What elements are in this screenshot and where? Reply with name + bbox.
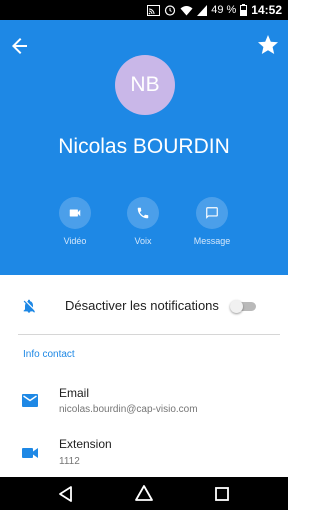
back-triangle-icon	[59, 486, 72, 502]
nav-back-button[interactable]	[56, 484, 76, 504]
phone-icon	[137, 207, 149, 219]
email-icon	[22, 394, 38, 412]
video-icon	[69, 209, 81, 217]
nav-recents-button[interactable]	[212, 484, 232, 504]
voice-button-circle[interactable]	[127, 197, 159, 229]
message-button-circle[interactable]	[196, 197, 228, 229]
video-button-circle[interactable]	[59, 197, 91, 229]
divider	[18, 334, 280, 335]
cast-icon	[147, 4, 161, 16]
alarm-icon	[164, 4, 176, 16]
mute-notifications-row[interactable]: Désactiver les notifications	[0, 290, 288, 322]
notifications-off-icon	[21, 297, 37, 320]
message-icon	[206, 207, 218, 219]
signal-icon	[197, 4, 208, 16]
contact-header: NB Nicolas BOURDIN Vidéo Voix Message	[0, 20, 288, 275]
arrow-back-icon	[12, 38, 27, 54]
mute-notifications-label: Désactiver les notifications	[65, 298, 219, 313]
system-nav-bar	[0, 477, 288, 510]
status-bar: 49 % 14:52	[0, 0, 288, 20]
battery-icon	[240, 4, 248, 16]
message-label: Message	[193, 236, 231, 246]
wifi-icon	[180, 5, 193, 16]
email-label: Email	[59, 386, 90, 400]
home-circle-icon	[135, 485, 153, 501]
video-label: Vidéo	[63, 236, 87, 246]
contact-name: Nicolas BOURDIN	[58, 135, 230, 158]
message-button[interactable]: Message	[180, 197, 244, 246]
email-value[interactable]: nicolas.bourdin@cap-visio.com	[59, 404, 198, 415]
battery-percent: 49 %	[211, 4, 237, 16]
status-time: 14:52	[251, 3, 282, 17]
status-icons: 49 % 14:52	[147, 0, 282, 20]
back-button[interactable]	[8, 34, 32, 58]
voice-call-button[interactable]: Voix	[111, 197, 175, 246]
info-contact-title: Info contact	[23, 349, 75, 360]
recents-square-icon	[215, 487, 229, 501]
extension-label: Extension	[59, 437, 112, 451]
voice-label: Voix	[134, 236, 152, 246]
extension-value[interactable]: 1112	[59, 456, 80, 467]
star-icon	[258, 35, 278, 54]
nav-home-button[interactable]	[134, 484, 154, 504]
favorite-button[interactable]	[256, 33, 280, 57]
video-icon	[22, 446, 38, 464]
toggle-thumb	[230, 300, 243, 313]
avatar: NB	[115, 55, 175, 115]
video-call-button[interactable]: Vidéo	[43, 197, 107, 246]
mute-notifications-toggle[interactable]	[230, 300, 256, 313]
